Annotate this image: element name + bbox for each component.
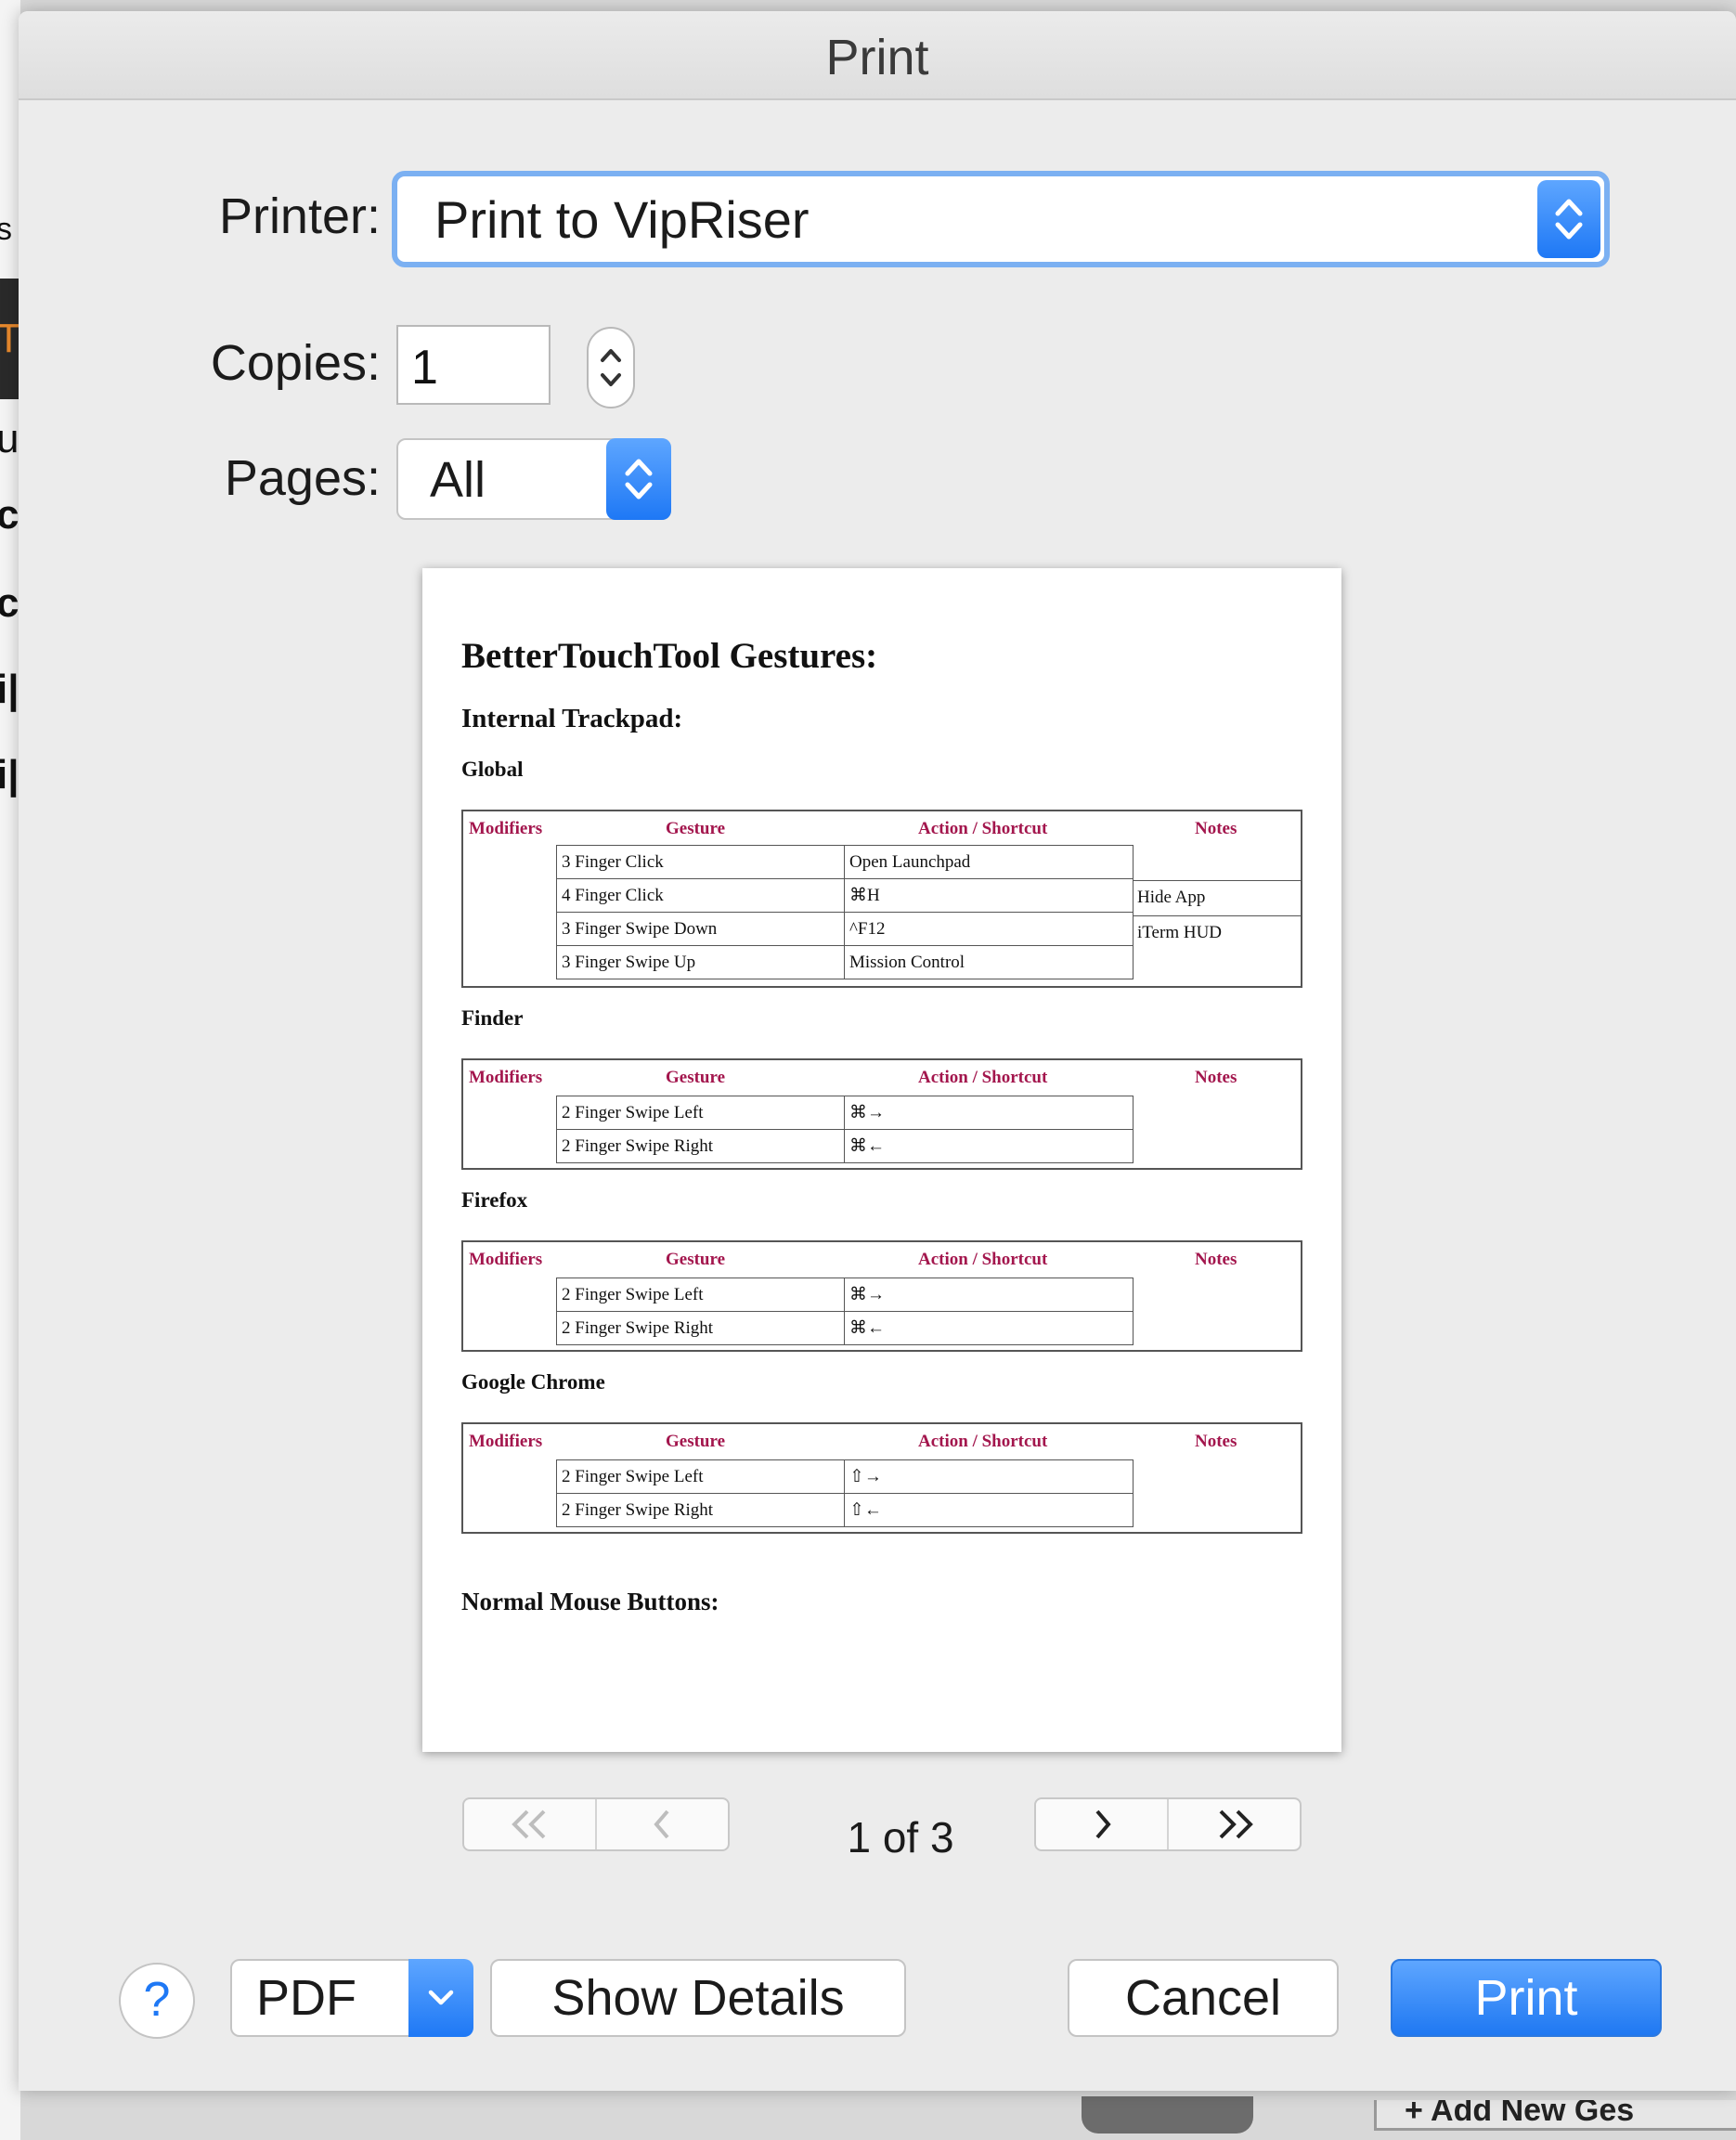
header-modifiers: Modifiers xyxy=(469,1250,543,1269)
header-notes: Notes xyxy=(1195,1432,1237,1451)
section-heading: Global xyxy=(461,758,524,781)
background-fragment: i| xyxy=(0,752,19,798)
header-notes: Notes xyxy=(1195,1250,1237,1269)
page-indicator: 1 of 3 xyxy=(847,1813,954,1861)
page-forward-group xyxy=(1034,1797,1302,1851)
stepper-arrows-icon xyxy=(601,349,621,386)
background-fragment: ur xyxy=(0,416,20,461)
doc-footer-heading: Normal Mouse Buttons: xyxy=(461,1588,719,1615)
table-row: 3 Finger Swipe Up Mission Control xyxy=(556,945,1134,979)
gesture-table: Modifiers Gesture Action / Shortcut Note… xyxy=(461,1422,1302,1534)
doc-title: BetterTouchTool Gestures: xyxy=(461,636,878,676)
background-app: s Tı ur c c i| i| xyxy=(0,0,20,2140)
copies-value: 1 xyxy=(411,341,438,395)
page-back-group xyxy=(462,1797,730,1851)
printer-label: Printer: xyxy=(218,188,381,244)
header-action: Action / Shortcut xyxy=(918,1068,1048,1087)
background-fragment: Tı xyxy=(0,316,20,361)
chevron-updown-icon[interactable] xyxy=(606,438,671,520)
copies-label: Copies: xyxy=(210,335,381,391)
header-gesture: Gesture xyxy=(666,1432,726,1451)
gesture-table: Modifiers Gesture Action / Shortcut Note… xyxy=(461,810,1302,988)
pages-select[interactable]: All xyxy=(396,438,671,520)
printer-value: Print to VipRiser xyxy=(434,190,810,249)
header-action: Action / Shortcut xyxy=(918,819,1048,838)
background-fragment: c xyxy=(0,580,19,626)
pdf-button[interactable]: PDF xyxy=(230,1959,412,2037)
show-details-button[interactable]: Show Details xyxy=(490,1959,906,2037)
table-row: 3 Finger Click Open Launchpad xyxy=(556,845,1134,879)
section-heading: Firefox xyxy=(461,1188,528,1212)
gesture-rows: 3 Finger Click Open Launchpad 4 Finger Cl… xyxy=(556,845,1134,979)
header-notes: Notes xyxy=(1195,819,1237,838)
print-preview: BetterTouchTool Gestures: Internal Track… xyxy=(422,568,1341,1752)
next-page-button[interactable] xyxy=(1036,1799,1167,1849)
double-chevron-right-icon xyxy=(1219,1809,1253,1839)
header-gesture: Gesture xyxy=(666,1068,726,1087)
chevron-down-icon xyxy=(428,1990,454,2005)
table-row: 2 Finger Swipe Right ⌘← xyxy=(556,1129,1134,1163)
first-page-button[interactable] xyxy=(464,1799,595,1849)
header-gesture: Gesture xyxy=(666,819,726,838)
pages-label: Pages: xyxy=(224,450,381,506)
background-fragment: c xyxy=(0,492,19,538)
note-cell: iTerm HUD xyxy=(1137,923,1223,942)
pages-value: All xyxy=(430,452,486,508)
header-action: Action / Shortcut xyxy=(918,1432,1048,1451)
header-action: Action / Shortcut xyxy=(918,1250,1048,1269)
gesture-rows: 2 Finger Swipe Left ⇧→ 2 Finger Swipe Rig… xyxy=(556,1459,1134,1527)
gesture-table: Modifiers Gesture Action / Shortcut Note… xyxy=(461,1240,1302,1352)
header-modifiers: Modifiers xyxy=(469,1432,543,1451)
header-modifiers: Modifiers xyxy=(469,819,543,838)
gesture-rows: 2 Finger Swipe Left ⌘→ 2 Finger Swipe Rig… xyxy=(556,1096,1134,1163)
table-row: 2 Finger Swipe Left ⌘→ xyxy=(556,1096,1134,1130)
section-heading: Finder xyxy=(461,1006,524,1030)
table-row: 3 Finger Swipe Down ^F12 xyxy=(556,912,1134,946)
background-button xyxy=(1082,2096,1253,2134)
note-cell: Hide App xyxy=(1137,888,1206,907)
gesture-rows: 2 Finger Swipe Left ⌘→ 2 Finger Swipe Rig… xyxy=(556,1278,1134,1345)
chevron-left-icon xyxy=(653,1809,669,1839)
table-row: 2 Finger Swipe Left ⌘→ xyxy=(556,1278,1134,1312)
table-row: 2 Finger Swipe Left ⇧→ xyxy=(556,1459,1134,1494)
table-row: 2 Finger Swipe Right ⌘← xyxy=(556,1311,1134,1345)
double-chevron-left-icon xyxy=(511,1809,545,1839)
background-fragment: i| xyxy=(0,667,19,712)
pdf-dropdown[interactable] xyxy=(408,1959,473,2037)
background-add-button: + Add New Ges xyxy=(1374,2100,1736,2131)
background-fragment: s xyxy=(0,212,12,247)
cancel-button[interactable]: Cancel xyxy=(1068,1959,1339,2037)
table-row: 4 Finger Click ⌘H xyxy=(556,878,1134,913)
last-page-button[interactable] xyxy=(1167,1799,1300,1849)
dialog-title: Print xyxy=(19,11,1736,100)
table-row: 2 Finger Swipe Right ⇧← xyxy=(556,1493,1134,1527)
help-button[interactable]: ? xyxy=(119,1963,195,2039)
copies-stepper[interactable] xyxy=(587,327,635,409)
header-modifiers: Modifiers xyxy=(469,1068,543,1087)
print-button[interactable]: Print xyxy=(1391,1959,1662,2037)
notes-divider xyxy=(1134,880,1301,881)
print-dialog: Print Printer: Print to VipRiser Copies:… xyxy=(19,11,1736,2091)
chevron-right-icon xyxy=(1095,1809,1111,1839)
chevron-updown-icon[interactable] xyxy=(1537,180,1600,258)
gesture-table: Modifiers Gesture Action / Shortcut Note… xyxy=(461,1058,1302,1170)
header-gesture: Gesture xyxy=(666,1250,726,1269)
previous-page-button[interactable] xyxy=(595,1799,728,1849)
printer-select[interactable]: Print to VipRiser xyxy=(392,171,1610,267)
copies-input[interactable]: 1 xyxy=(396,325,551,405)
notes-divider xyxy=(1134,915,1301,916)
section-heading: Google Chrome xyxy=(461,1370,605,1394)
header-notes: Notes xyxy=(1195,1068,1237,1087)
doc-subtitle: Internal Trackpad: xyxy=(461,704,683,733)
